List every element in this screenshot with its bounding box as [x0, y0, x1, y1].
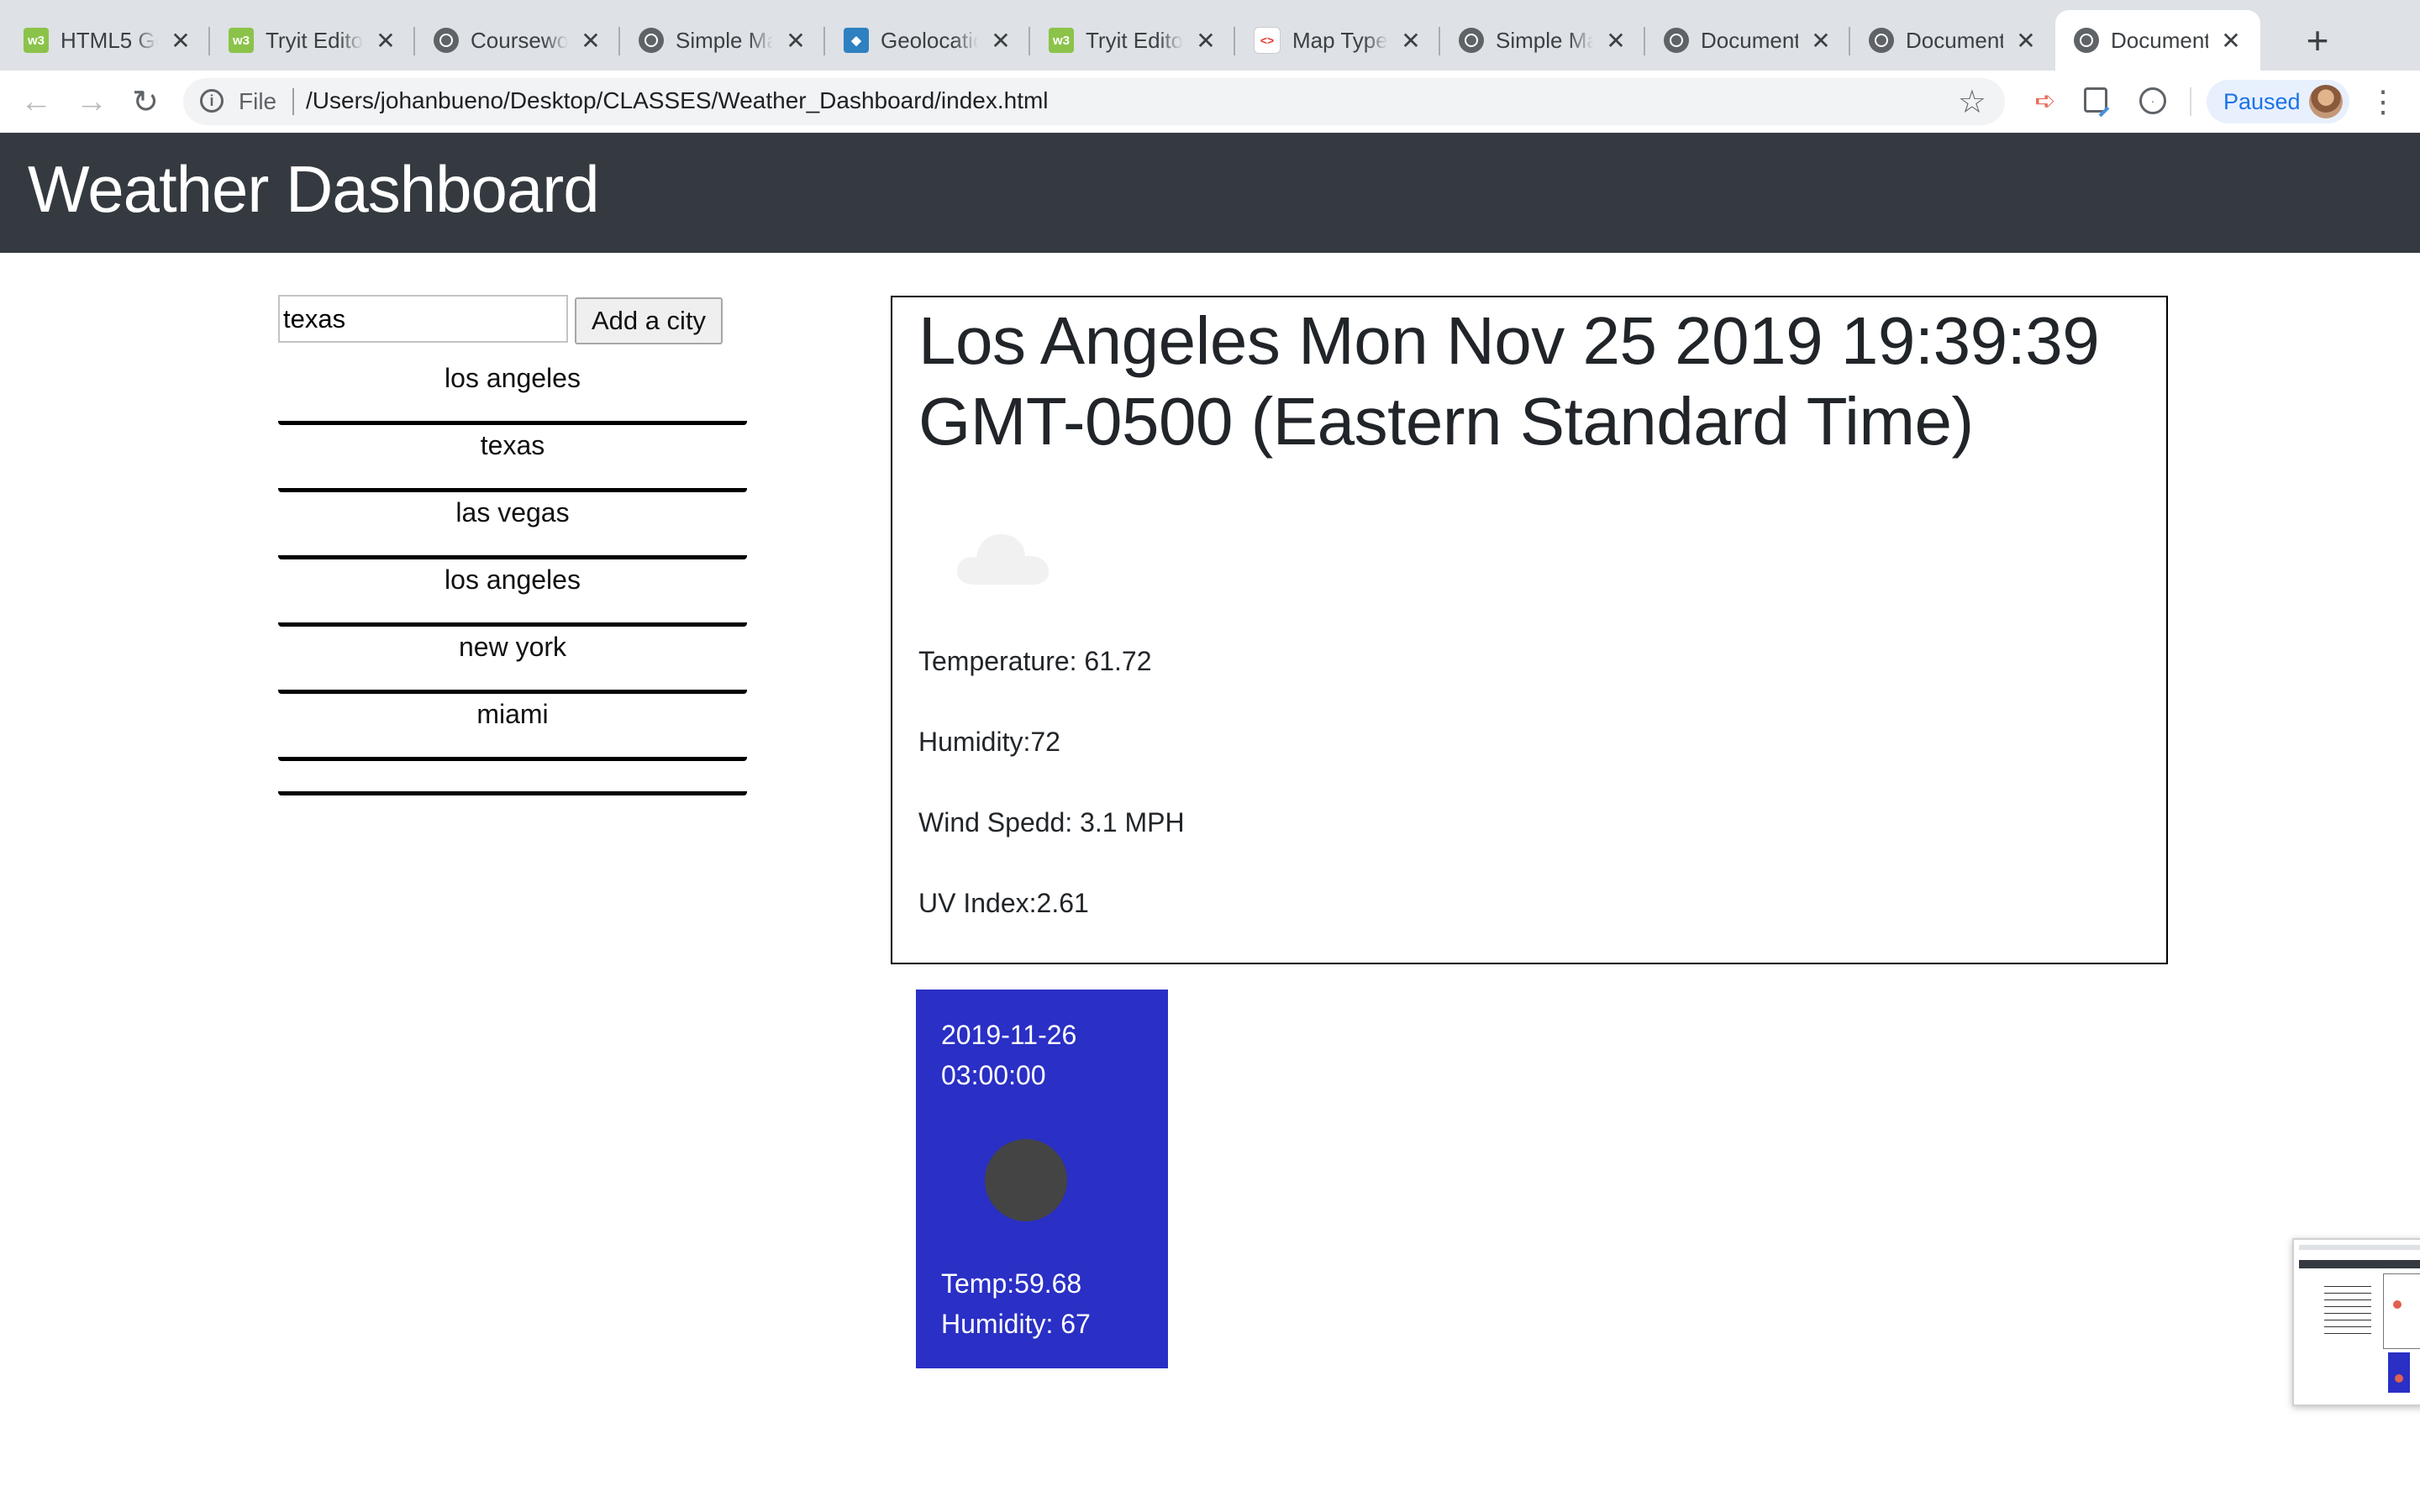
globe-icon: [1664, 28, 1689, 53]
close-icon[interactable]: ✕: [2220, 27, 2242, 55]
add-city-button[interactable]: Add a city: [575, 297, 723, 344]
city-item[interactable]: los angeles: [278, 358, 747, 425]
forecast-time: 03:00:00: [941, 1060, 1046, 1090]
profile-status: Paused: [2223, 89, 2301, 114]
divider: [292, 88, 294, 115]
extension-tag-icon[interactable]: ➪: [2032, 87, 2059, 115]
tab-title: HTML5 Ge: [60, 27, 158, 53]
thumbnail-dot: [2395, 1374, 2403, 1383]
current-weather-panel: Los Angeles Mon Nov 25 2019 19:39:39 GMT…: [891, 296, 2168, 964]
close-icon[interactable]: ✕: [1810, 27, 1832, 55]
close-icon[interactable]: ✕: [375, 27, 397, 55]
forward-arrow-icon[interactable]: →: [71, 81, 113, 123]
close-icon[interactable]: ✕: [2015, 27, 2037, 55]
profile-paused-button[interactable]: Paused: [2207, 80, 2349, 123]
close-icon[interactable]: ✕: [1605, 27, 1627, 55]
tab-title: Coursewo: [471, 27, 568, 53]
browser-tab[interactable]: w3 HTML5 Ge ✕: [5, 10, 210, 71]
info-icon[interactable]: i: [200, 89, 224, 113]
tab-title: Document: [2111, 27, 2208, 53]
browser-tab[interactable]: Coursewo ✕: [415, 10, 620, 71]
browser-tab[interactable]: Simple Ma ✕: [620, 10, 825, 71]
bookmark-star-icon[interactable]: ☆: [1958, 83, 1986, 121]
globe-icon: [639, 28, 664, 53]
thumbnail-card: [2388, 1352, 2410, 1393]
page-title: Weather Dashboard: [28, 152, 600, 226]
divider: [2190, 87, 2191, 116]
browser-tab-active[interactable]: Document ✕: [2055, 10, 2260, 71]
close-icon[interactable]: ✕: [990, 27, 1012, 55]
thumbnail-dot: [2393, 1300, 2402, 1309]
tab-title: Tryit Edito: [266, 27, 363, 53]
close-icon[interactable]: ✕: [580, 27, 602, 55]
browser-tab[interactable]: Simple Ma ✕: [1440, 10, 1645, 71]
forecast-date: 2019-11-26: [941, 1020, 1077, 1050]
uv-index-value: UV Index:2.61: [918, 888, 1089, 918]
browser-tab[interactable]: w3 Tryit Edito ✕: [210, 10, 415, 71]
reload-icon[interactable]: ↻: [124, 81, 166, 123]
address-bar[interactable]: i File /Users/johanbueno/Desktop/CLASSES…: [183, 78, 2005, 125]
more-menu-icon[interactable]: ⋮: [2368, 82, 2398, 121]
maps-icon: <>: [1254, 27, 1281, 54]
forecast-card: 2019-11-26 03:00:00 Temp:59.68 Humidity:…: [916, 990, 1168, 1368]
cloud-icon: [956, 534, 1049, 585]
globe-icon: [434, 28, 459, 53]
browser-tab-strip: w3 HTML5 Ge ✕ w3 Tryit Edito ✕ Coursewo …: [0, 0, 2420, 71]
wind-speed-value: Wind Spedd: 3.1 MPH: [918, 807, 1185, 837]
tab-title: Map Type: [1292, 27, 1388, 53]
tab-title: Geolocatio: [881, 27, 978, 53]
geolocation-icon: ◆: [844, 28, 869, 53]
city-item[interactable]: los angeles: [278, 559, 747, 627]
browser-toolbar: ← → ↻ i File /Users/johanbueno/Desktop/C…: [0, 71, 2420, 134]
thumbnail-list: [2324, 1280, 2371, 1339]
close-icon[interactable]: ✕: [1195, 27, 1217, 55]
forecast-datetime: 2019-11-26 03:00:00: [941, 1015, 1151, 1095]
page-header: Weather Dashboard: [0, 133, 2420, 253]
extension-notes-icon[interactable]: [2084, 87, 2107, 113]
close-icon[interactable]: ✕: [1400, 27, 1422, 55]
tab-title: Simple Ma: [676, 27, 773, 53]
forecast-humidity: Humidity: 67: [941, 1309, 1091, 1339]
tab-title: Tryit Edito: [1086, 27, 1183, 53]
city-search-input[interactable]: [278, 295, 568, 343]
w3schools-icon: w3: [1049, 28, 1074, 53]
tab-title: Document: [1701, 27, 1798, 53]
back-arrow-icon[interactable]: ←: [15, 81, 57, 123]
city-item[interactable]: las vegas: [278, 492, 747, 559]
forecast-details: Temp:59.68 Humidity: 67: [941, 1263, 1091, 1344]
current-city-heading: Los Angeles Mon Nov 25 2019 19:39:39 GMT…: [918, 303, 2100, 459]
humidity-value: Humidity:72: [918, 727, 1060, 757]
new-tab-button[interactable]: +: [2294, 17, 2341, 64]
url-scheme: File: [239, 88, 277, 114]
weather-icon: [985, 1139, 1067, 1221]
globe-icon: [2074, 28, 2099, 53]
globe-icon: [1459, 28, 1484, 53]
screenshot-thumbnail[interactable]: [2292, 1238, 2420, 1406]
thumbnail-chrome: [2299, 1245, 2420, 1250]
tab-title: Simple Ma: [1496, 27, 1593, 53]
browser-tab[interactable]: <> Map Type ✕: [1235, 10, 1440, 71]
avatar: [2309, 85, 2343, 118]
browser-tab[interactable]: Document ✕: [1645, 10, 1850, 71]
close-icon[interactable]: ✕: [785, 27, 807, 55]
thumbnail-panel: [2383, 1273, 2420, 1349]
browser-tab[interactable]: Document ✕: [1850, 10, 2055, 71]
browser-tab[interactable]: ◆ Geolocatio ✕: [825, 10, 1030, 71]
extension-circle-icon[interactable]: ·: [2139, 87, 2166, 114]
close-icon[interactable]: ✕: [170, 27, 192, 55]
city-item[interactable]: [278, 761, 747, 795]
city-history-list: los angeles texas las vegas los angeles …: [278, 358, 747, 795]
browser-tab[interactable]: w3 Tryit Edito ✕: [1030, 10, 1235, 71]
forecast-temp: Temp:59.68: [941, 1268, 1082, 1299]
city-item[interactable]: miami: [278, 694, 747, 761]
thumbnail-header: [2299, 1260, 2420, 1268]
url-text[interactable]: /Users/johanbueno/Desktop/CLASSES/Weathe…: [306, 87, 1049, 114]
w3schools-icon: w3: [229, 28, 254, 53]
w3schools-icon: w3: [24, 28, 49, 53]
temperature-value: Temperature: 61.72: [918, 646, 1152, 676]
tab-title: Document: [1906, 27, 2003, 53]
city-item[interactable]: texas: [278, 425, 747, 492]
globe-icon: [1869, 28, 1894, 53]
city-item[interactable]: new york: [278, 627, 747, 694]
